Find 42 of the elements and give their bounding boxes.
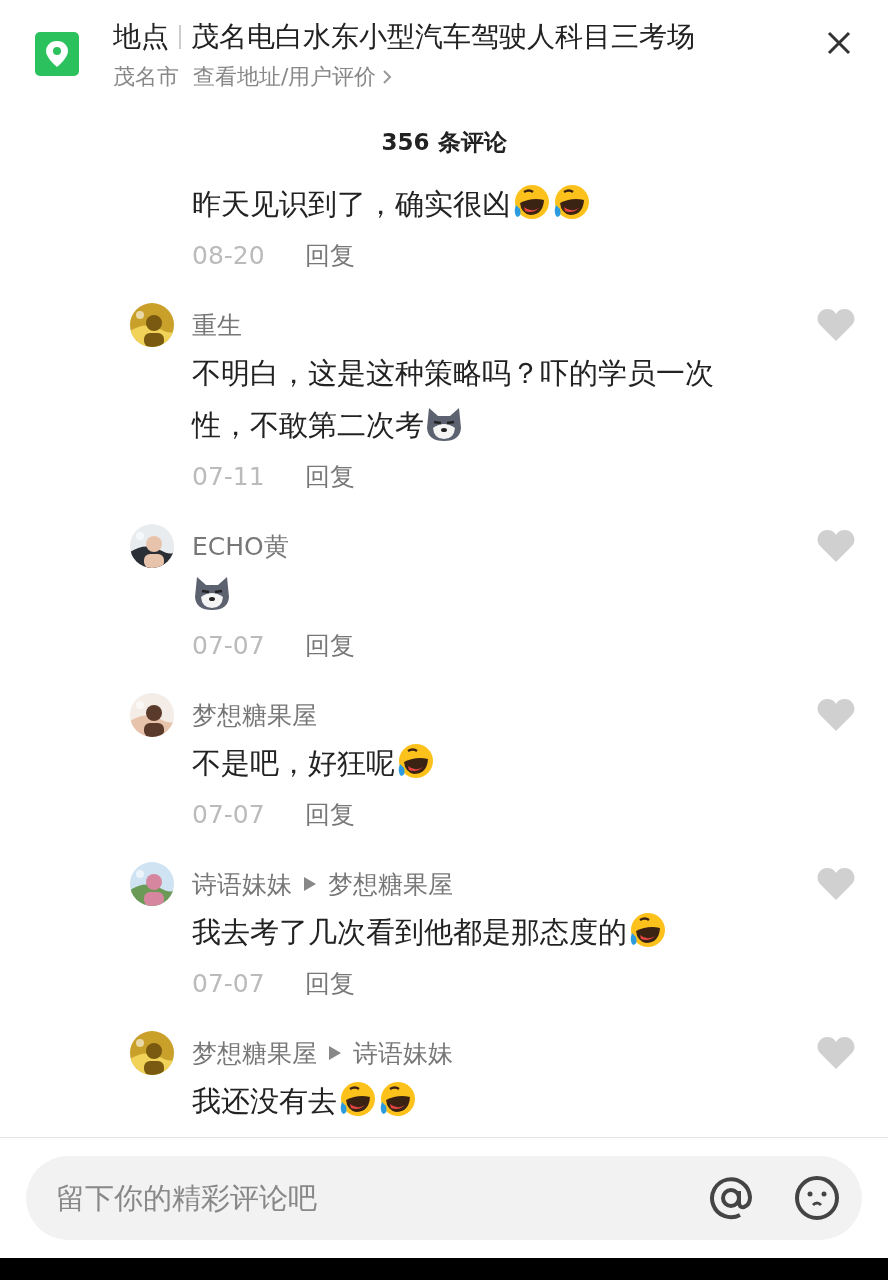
triangle-icon (304, 877, 316, 891)
map-pin-icon (35, 32, 79, 76)
heart-icon[interactable] (816, 866, 856, 902)
smiley-icon[interactable] (794, 1175, 840, 1221)
comment-text: 不明白，这是这种策略吗？吓的学员一次 (192, 356, 714, 390)
author-name[interactable]: ECHO黄 (192, 529, 289, 563)
place-title: 茂名电白水东小型汽车驾驶人科目三考场 (191, 19, 695, 55)
place-label: 地点 (113, 19, 169, 55)
comment-date: 07-07 (192, 968, 265, 998)
author-name[interactable]: 重生 (192, 308, 242, 342)
heart-icon[interactable] (816, 1035, 856, 1071)
comment-field[interactable]: 留下你的精彩评论吧 (26, 1156, 862, 1240)
comment-input-field[interactable]: 留下你的精彩评论吧 (54, 1180, 668, 1216)
address-link[interactable]: 查看地址/用户评价 (193, 62, 393, 92)
comment-date: 08-20 (192, 240, 265, 270)
author-name[interactable]: 梦想糖果屋 (192, 1036, 317, 1070)
city-label: 茂名市 (113, 63, 179, 91)
reply-button[interactable]: 回复 (304, 628, 355, 662)
reply-button[interactable]: 回复 (304, 238, 355, 272)
triangle-icon (329, 1046, 341, 1060)
chevron-right-icon[interactable] (382, 69, 393, 85)
reply-button[interactable]: 回复 (304, 459, 355, 493)
comment-text: 我还没有去 (192, 1084, 337, 1118)
author-name[interactable]: 诗语妹妹 (192, 867, 292, 901)
reply-to-name[interactable]: 诗语妹妹 (353, 1036, 453, 1070)
heart-icon[interactable] (816, 528, 856, 564)
comment-date: 07-07 (192, 630, 265, 660)
at-sign-icon[interactable] (708, 1175, 754, 1221)
comment-text: 不是吧，好狂呢 (192, 746, 395, 780)
comment-text: 昨天见识到了，确实很凶 (192, 187, 511, 221)
comment-date: 07-11 (192, 461, 265, 491)
comment-date: 07-07 (192, 799, 265, 829)
reply-button[interactable]: 回复 (304, 797, 355, 831)
heart-icon[interactable] (816, 307, 856, 343)
comment-count: 356 条评论 (381, 127, 507, 157)
reply-button[interactable]: 回复 (304, 966, 355, 1000)
comment-text: 性，不敢第二次考 (192, 408, 424, 442)
reply-to-name[interactable]: 梦想糖果屋 (328, 867, 453, 901)
author-name[interactable]: 梦想糖果屋 (192, 698, 317, 732)
close-button[interactable] (826, 30, 852, 56)
comment-text: 我去考了几次看到他都是那态度的 (192, 915, 627, 949)
heart-icon[interactable] (816, 697, 856, 733)
